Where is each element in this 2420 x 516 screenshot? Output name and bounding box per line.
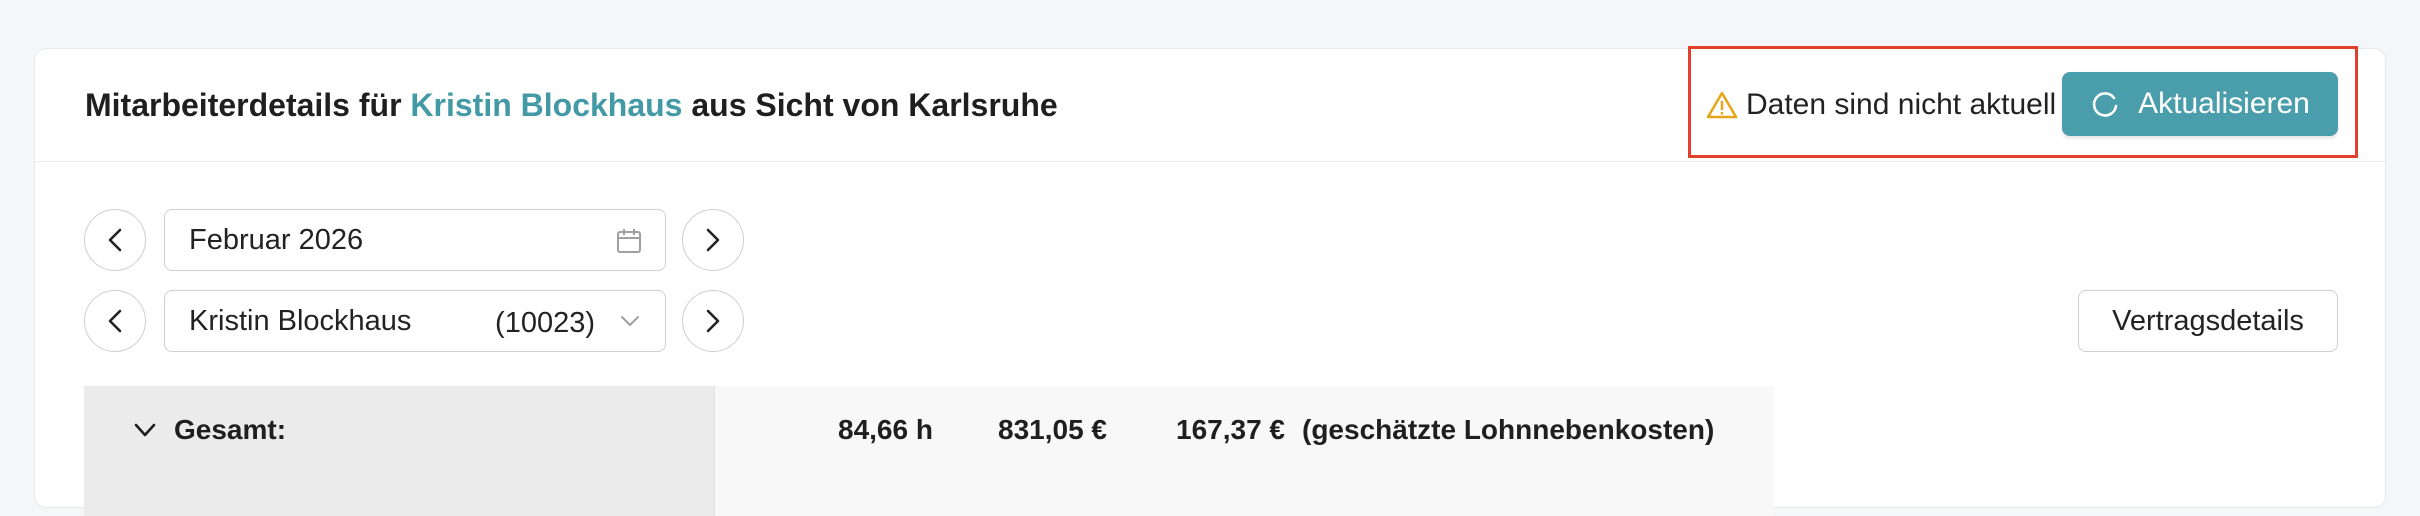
data-outdated-warning: Daten sind nicht aktuell xyxy=(1706,88,2056,122)
page-title: Mitarbeiterdetails für Kristin Blockhaus… xyxy=(85,87,1058,123)
month-picker-value: Februar 2026 xyxy=(189,223,364,256)
refresh-button[interactable]: Aktualisieren xyxy=(2062,72,2338,136)
previous-employee-button[interactable] xyxy=(84,290,146,352)
next-month-button[interactable] xyxy=(682,209,744,271)
previous-month-button[interactable] xyxy=(84,209,146,271)
refresh-icon xyxy=(2092,92,2118,117)
summary-additional-costs-note: (geschätzte Lohnnebenkosten) xyxy=(1302,414,1715,445)
employee-name-link[interactable]: Kristin Blockhaus xyxy=(410,87,682,123)
chevron-down-icon xyxy=(134,423,156,437)
calendar-icon xyxy=(617,229,641,253)
employee-select[interactable]: Kristin Blockhaus (10023) xyxy=(164,290,666,352)
next-employee-button[interactable] xyxy=(682,290,744,352)
month-picker[interactable]: Februar 2026 xyxy=(164,209,666,271)
summary-hours: 84,66 h xyxy=(838,414,933,445)
summary-label-cell: Gesamt: xyxy=(84,386,715,516)
summary-label: Gesamt: xyxy=(174,414,287,445)
summary-additional-costs: 167,37 € xyxy=(1176,414,1285,445)
summary-row: Gesamt: 84,66 h 831,05 € 167,37 € (gesch… xyxy=(84,386,1774,516)
summary-toggle[interactable]: Gesamt: xyxy=(132,414,286,446)
chevron-left-icon xyxy=(108,309,122,333)
chevron-right-icon xyxy=(706,228,720,252)
chevron-down-icon xyxy=(621,316,639,326)
employee-select-value: Kristin Blockhaus xyxy=(189,304,412,337)
contract-details-button[interactable]: Vertragsdetails xyxy=(2078,290,2338,352)
warning-text: Daten sind nicht aktuell xyxy=(1746,88,2057,121)
chevron-right-icon xyxy=(706,309,720,333)
employee-code: (10023) xyxy=(495,307,595,339)
contract-details-label: Vertragsdetails xyxy=(2112,304,2304,337)
chevron-left-icon xyxy=(108,228,122,252)
refresh-button-label: Aktualisieren xyxy=(2138,87,2310,120)
warning-icon xyxy=(1706,91,1738,119)
summary-amount: 831,05 € xyxy=(998,414,1107,445)
